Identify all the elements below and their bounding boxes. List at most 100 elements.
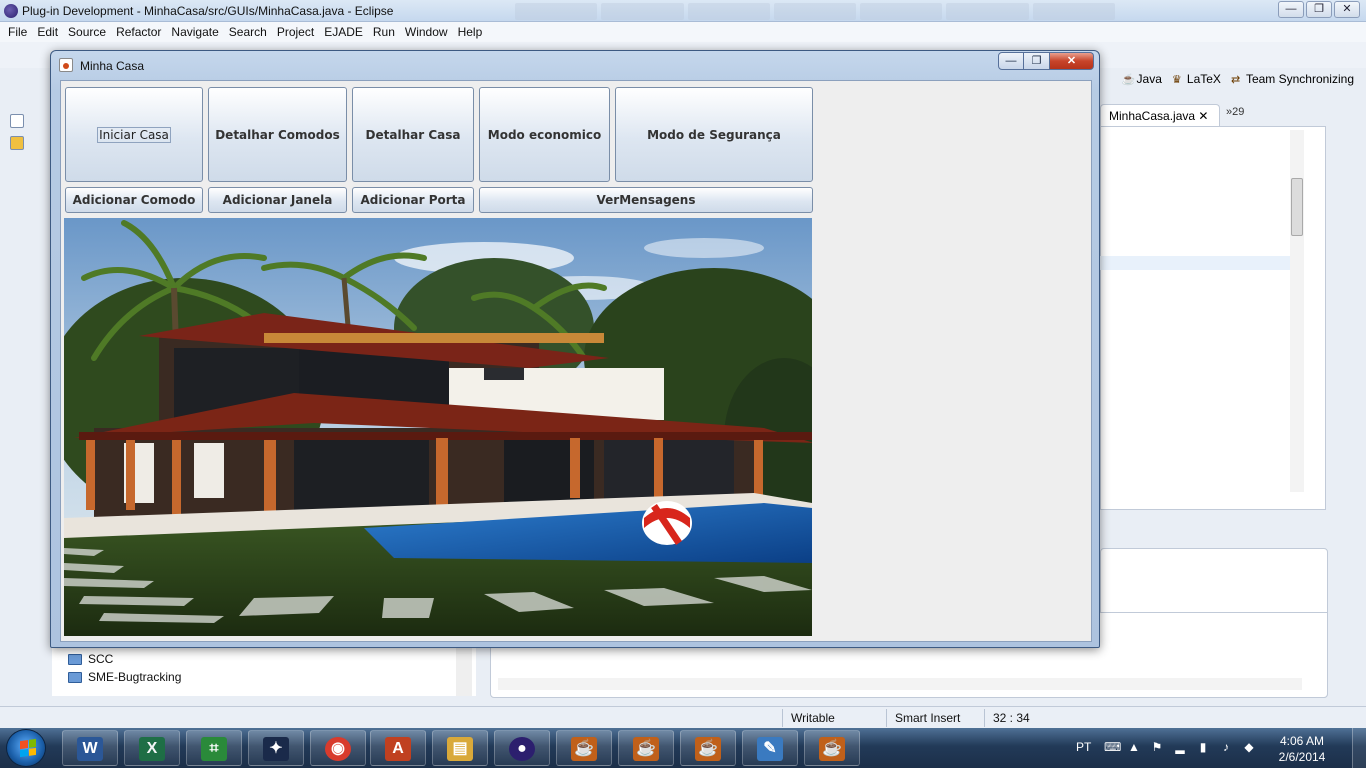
ver-mensagens-button[interactable]: VerMensagens xyxy=(479,187,813,213)
taskbar-java-1[interactable]: ☕ xyxy=(556,730,612,766)
system-tray: PT ⌨ ▲ ⚑ ▂ ▮ ♪ ◆ 4:06 AM 2/6/2014 xyxy=(1076,728,1366,768)
taskbar-excel[interactable]: X xyxy=(124,730,180,766)
project-folder-icon xyxy=(68,653,82,665)
taskbar-explorer[interactable]: ▤ xyxy=(432,730,488,766)
horizontal-scrollbar[interactable] xyxy=(498,678,1302,690)
modo-de-seguranca-button[interactable]: Modo de Segurança xyxy=(615,87,813,182)
word-icon: W xyxy=(77,737,103,761)
list-item[interactable]: SME-Bugtracking xyxy=(68,670,181,684)
taskbar-document[interactable]: A xyxy=(370,730,426,766)
menu-window[interactable]: Window xyxy=(401,22,454,42)
detalhar-casa-button[interactable]: Detalhar Casa xyxy=(352,87,474,182)
paint-icon: ✎ xyxy=(757,737,783,761)
menu-run[interactable]: Run xyxy=(369,22,401,42)
status-insert-mode: Smart Insert xyxy=(895,711,961,725)
java-icon: ☕ xyxy=(695,737,721,761)
taskbar-eclipse[interactable]: ● xyxy=(494,730,550,766)
status-writable: Writable xyxy=(791,711,835,725)
clock-time: 4:06 AM xyxy=(1279,734,1325,748)
menu-source[interactable]: Source xyxy=(64,22,112,42)
taskbar-bird[interactable]: ✦ xyxy=(248,730,304,766)
project-folder-icon xyxy=(68,671,82,683)
folder-icon: ▤ xyxy=(447,737,473,761)
start-button[interactable] xyxy=(6,729,46,767)
action-center-flag-icon[interactable]: ⚑ xyxy=(1150,740,1164,754)
editor-scroll-thumb[interactable] xyxy=(1291,178,1303,236)
maximize-button[interactable]: ❐ xyxy=(1024,52,1050,70)
eclipse-icon xyxy=(4,4,18,18)
eclipse-window-controls: — ❐ ✕ xyxy=(1278,1,1360,18)
eclipse-menu-bar: File Edit Source Refactor Navigate Searc… xyxy=(0,22,1366,42)
show-hidden-icons-icon[interactable]: ▲ xyxy=(1127,740,1141,754)
network-signal-icon[interactable]: ▂ xyxy=(1173,740,1187,754)
project-explorer: SCC SME-Bugtracking xyxy=(52,648,476,696)
package-icon[interactable] xyxy=(10,136,24,150)
excel-icon: X xyxy=(139,737,165,761)
windows-taskbar: W X ⌗ ✦ ◉ A ▤ ● ☕ ☕ ☕ ✎ ☕ PT ⌨ ▲ ⚑ ▂ ▮ ♪… xyxy=(0,728,1366,768)
keyboard-icon[interactable]: ⌨ xyxy=(1104,740,1121,754)
java-app-icon xyxy=(59,58,73,72)
modo-economico-button[interactable]: Modo economico xyxy=(479,87,610,182)
minimize-button[interactable]: — xyxy=(998,52,1024,70)
iniciar-casa-button[interactable]: Iniciar Casa xyxy=(65,87,203,182)
taskbar-word[interactable]: W xyxy=(62,730,118,766)
adicionar-janela-button[interactable]: Adicionar Janela xyxy=(208,187,347,213)
taskbar-chrome[interactable]: ◉ xyxy=(310,730,366,766)
window-content: Iniciar Casa Detalhar Comodos Detalhar C… xyxy=(60,80,1092,642)
window-title: Minha Casa xyxy=(80,59,145,73)
bird-icon: ✦ xyxy=(263,737,289,761)
restore-icon[interactable] xyxy=(10,114,24,128)
taskbar-java-3[interactable]: ☕ xyxy=(680,730,736,766)
explorer-scrollbar[interactable] xyxy=(456,648,472,696)
minha-casa-window: Minha Casa — ❐ ✕ Iniciar Casa Detalhar C… xyxy=(50,50,1100,648)
browser-tabs-background xyxy=(515,3,1115,20)
document-icon: A xyxy=(385,737,411,761)
show-desktop-button[interactable] xyxy=(1352,728,1366,768)
menu-edit[interactable]: Edit xyxy=(33,22,64,42)
detalhar-comodos-button[interactable]: Detalhar Comodos xyxy=(208,87,347,182)
perspective-switcher: ☕ Java ♛ LaTeX ⇄ Team Synchronizing xyxy=(1122,72,1354,86)
perspective-java[interactable]: ☕ Java xyxy=(1122,72,1162,86)
menu-navigate[interactable]: Navigate xyxy=(167,22,224,42)
eclipse-window-title: Plug-in Development - MinhaCasa/src/GUIs… xyxy=(22,4,394,18)
language-indicator[interactable]: PT xyxy=(1076,740,1091,754)
dropbox-icon[interactable]: ◆ xyxy=(1242,740,1256,754)
volume-icon[interactable]: ♪ xyxy=(1219,740,1233,754)
battery-icon[interactable]: ▮ xyxy=(1196,740,1210,754)
menu-project[interactable]: Project xyxy=(273,22,320,42)
close-tab-icon[interactable]: ✕ xyxy=(1198,109,1208,123)
menu-ejade[interactable]: EJADE xyxy=(320,22,369,42)
diagram-icon: ⌗ xyxy=(201,737,227,761)
java-icon: ☕ xyxy=(819,737,845,761)
perspective-latex[interactable]: ♛ LaTeX xyxy=(1172,72,1221,86)
close-button[interactable]: ✕ xyxy=(1334,1,1360,18)
windows-logo-icon xyxy=(20,738,36,758)
sync-icon: ⇄ xyxy=(1230,74,1241,86)
taskbar-paint[interactable]: ✎ xyxy=(742,730,798,766)
status-bar: Writable Smart Insert 32 : 34 xyxy=(0,706,1366,728)
taskbar-java-2[interactable]: ☕ xyxy=(618,730,674,766)
adicionar-porta-button[interactable]: Adicionar Porta xyxy=(352,187,474,213)
eclipse-icon: ● xyxy=(509,737,535,761)
maximize-button[interactable]: ❐ xyxy=(1306,1,1332,18)
tray-icons: ⌨ ▲ ⚑ ▂ ▮ ♪ ◆ xyxy=(1104,740,1256,754)
clock[interactable]: 4:06 AM 2/6/2014 xyxy=(1272,733,1332,765)
menu-search[interactable]: Search xyxy=(225,22,273,42)
editor-overflow-tabs[interactable]: »29 xyxy=(1226,106,1244,118)
menu-help[interactable]: Help xyxy=(454,22,489,42)
latex-icon: ♛ xyxy=(1171,74,1182,86)
minimize-button[interactable]: — xyxy=(1278,1,1304,18)
close-button[interactable]: ✕ xyxy=(1050,52,1094,70)
taskbar-diagram[interactable]: ⌗ xyxy=(186,730,242,766)
adicionar-comodo-button[interactable]: Adicionar Comodo xyxy=(65,187,203,213)
java-icon: ☕ xyxy=(1121,74,1136,86)
clock-date: 2/6/2014 xyxy=(1278,750,1326,764)
menu-file[interactable]: File xyxy=(4,22,33,42)
menu-refactor[interactable]: Refactor xyxy=(112,22,167,42)
list-item[interactable]: SCC xyxy=(68,652,113,666)
java-icon: ☕ xyxy=(571,737,597,761)
editor-tab-minhacasa[interactable]: MinhaCasa.java ✕ xyxy=(1100,104,1220,126)
perspective-team-synchronizing[interactable]: ⇄ Team Synchronizing xyxy=(1231,72,1354,86)
status-cursor-position: 32 : 34 xyxy=(993,711,1030,725)
taskbar-java-4[interactable]: ☕ xyxy=(804,730,860,766)
